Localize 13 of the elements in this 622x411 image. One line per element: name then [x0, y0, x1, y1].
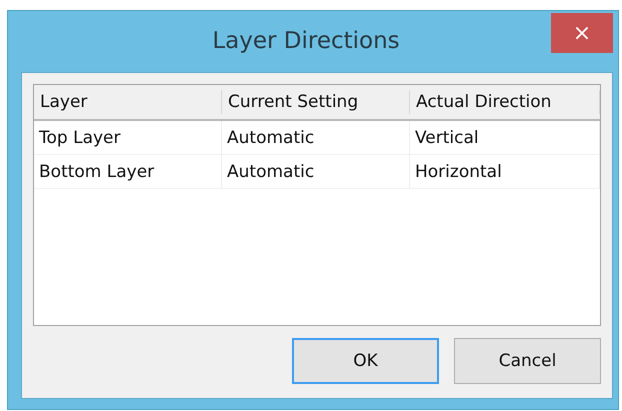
table-cell: Bottom Layer: [34, 155, 222, 188]
cancel-button[interactable]: Cancel: [454, 338, 601, 384]
table-cell: Automatic: [222, 155, 410, 188]
column-header[interactable]: Layer: [34, 90, 222, 114]
column-header[interactable]: Actual Direction: [410, 90, 600, 114]
table-cell: Vertical: [410, 121, 600, 154]
table-cell: Top Layer: [34, 121, 222, 154]
ok-button[interactable]: OK: [292, 338, 439, 384]
column-header[interactable]: Current Setting: [222, 90, 410, 114]
table-cell: Automatic: [222, 121, 410, 154]
window-title: Layer Directions: [211, 27, 401, 54]
close-button[interactable]: ×: [551, 13, 613, 53]
table-cell: Horizontal: [410, 155, 600, 188]
